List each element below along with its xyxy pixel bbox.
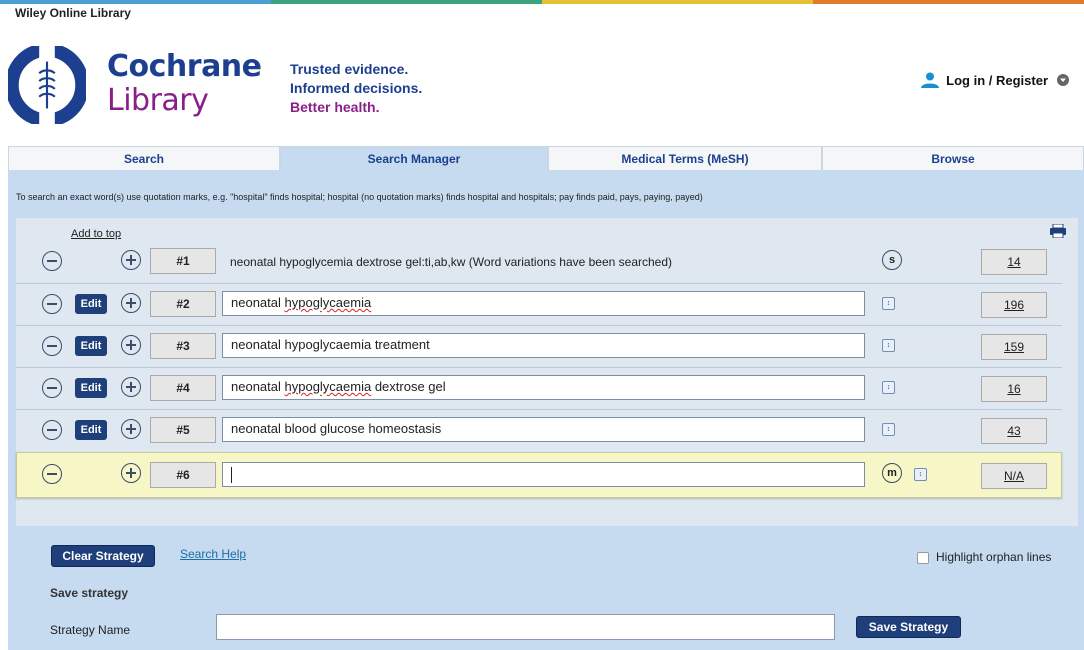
line-number: #2 — [150, 291, 216, 317]
search-line-1: #1 neonatal hypoglycemia dextrose gel:ti… — [16, 242, 1062, 284]
search-query-input-active[interactable] — [222, 462, 865, 487]
search-manager-panel: To search an exact word(s) use quotation… — [8, 170, 1084, 650]
add-line-icon[interactable] — [121, 463, 141, 483]
login-register[interactable]: Log in / Register — [920, 72, 1070, 88]
limits-icon[interactable]: ↕ — [882, 381, 895, 394]
query-word: dextrose gel — [371, 379, 446, 394]
limits-icon[interactable]: ↕ — [882, 339, 895, 352]
brand-name[interactable]: Cochrane Library — [107, 50, 262, 118]
main-tabs: Search Search Manager Medical Terms (MeS… — [8, 146, 1084, 170]
edit-button[interactable]: Edit — [75, 378, 107, 398]
query-word: neonatal — [231, 295, 285, 310]
highlight-orphan-label: Highlight orphan lines — [936, 550, 1052, 564]
top-color-bar — [0, 0, 1084, 4]
edit-button[interactable]: Edit — [75, 420, 107, 440]
result-count-link[interactable]: N/A — [981, 463, 1047, 489]
remove-line-icon[interactable] — [42, 336, 62, 356]
add-line-icon[interactable] — [121, 293, 141, 313]
clear-strategy-button[interactable]: Clear Strategy — [51, 545, 155, 567]
limits-icon[interactable]: ↕ — [882, 423, 895, 436]
search-line-2: Edit #2 neonatal hypoglycaemia ↕ 196 — [16, 284, 1062, 326]
query-word-misspelled: hypoglycaemia — [284, 295, 372, 310]
top-color-bar-blue — [0, 0, 271, 4]
result-count-link[interactable]: 43 — [981, 418, 1047, 444]
save-strategy-heading: Save strategy — [50, 586, 129, 600]
brand-library: Library — [107, 83, 209, 118]
top-color-bar-green — [271, 0, 542, 4]
tab-medical-terms[interactable]: Medical Terms (MeSH) — [548, 146, 822, 170]
remove-line-icon[interactable] — [42, 420, 62, 440]
result-count-link[interactable]: 159 — [981, 334, 1047, 360]
search-query-input[interactable]: neonatal hypoglycaemia treatment — [222, 333, 865, 358]
remove-line-icon[interactable] — [42, 294, 62, 314]
result-count-link[interactable]: 14 — [981, 249, 1047, 275]
tagline-line-1: Trusted evidence. — [290, 61, 409, 77]
tagline: Trusted evidence. Informed decisions. Be… — [290, 60, 422, 117]
search-line-4: Edit #4 neonatal hypoglycaemia dextrose … — [16, 368, 1062, 410]
tab-browse[interactable]: Browse — [822, 146, 1084, 170]
top-color-bar-orange — [813, 0, 1084, 4]
search-m-badge[interactable]: m — [882, 463, 902, 483]
line-number: #4 — [150, 375, 216, 401]
search-line-3: Edit #3 neonatal hypoglycaemia treatment… — [16, 326, 1062, 368]
add-line-icon[interactable] — [121, 250, 141, 270]
result-count-link[interactable]: 196 — [981, 292, 1047, 318]
line-number: #1 — [150, 248, 216, 274]
query-word: neonatal — [231, 379, 285, 394]
tagline-line-3: Better health. — [290, 99, 380, 115]
edit-button[interactable]: Edit — [75, 294, 107, 314]
add-line-icon[interactable] — [121, 335, 141, 355]
search-query-text: neonatal hypoglycemia dextrose gel:ti,ab… — [230, 255, 673, 269]
line-number: #6 — [150, 462, 216, 488]
strategy-name-input[interactable] — [216, 614, 835, 640]
line-number: #5 — [150, 417, 216, 443]
add-line-icon[interactable] — [121, 377, 141, 397]
search-help-link[interactable]: Search Help — [180, 547, 246, 561]
strategy-name-label: Strategy Name — [50, 623, 131, 637]
line-number: #3 — [150, 333, 216, 359]
edit-button[interactable]: Edit — [75, 336, 107, 356]
search-query-input[interactable]: neonatal hypoglycaemia dextrose gel — [222, 375, 865, 400]
search-strategy-box: Add to top #1 neonatal hypoglycemia dext… — [16, 218, 1078, 526]
save-strategy-button[interactable]: Save Strategy — [856, 616, 961, 638]
tab-search[interactable]: Search — [8, 146, 280, 170]
add-to-top-link[interactable]: Add to top — [71, 228, 121, 240]
search-line-6: #6 m ↕ N/A — [16, 452, 1062, 498]
remove-line-icon[interactable] — [42, 464, 62, 484]
top-color-bar-yellow — [542, 0, 813, 4]
limits-icon[interactable]: ↕ — [914, 468, 927, 481]
tab-search-manager[interactable]: Search Manager — [280, 146, 548, 170]
add-line-icon[interactable] — [121, 419, 141, 439]
tagline-line-2: Informed decisions. — [290, 80, 423, 96]
wiley-online-library-link[interactable]: Wiley Online Library — [15, 6, 131, 20]
query-word-misspelled: hypoglycaemia — [284, 379, 372, 394]
search-query-input[interactable]: neonatal blood glucose homeostasis — [222, 417, 865, 442]
brand-cochrane: Cochrane — [107, 49, 262, 84]
remove-line-icon[interactable] — [42, 251, 62, 271]
chevron-down-icon[interactable] — [1056, 73, 1070, 87]
login-register-label: Log in / Register — [946, 72, 1048, 88]
limits-icon[interactable]: ↕ — [882, 297, 895, 310]
search-line-5: Edit #5 neonatal blood glucose homeostas… — [16, 410, 1062, 452]
search-hint: To search an exact word(s) use quotation… — [16, 192, 703, 202]
search-s-badge[interactable]: s — [882, 250, 902, 270]
print-icon[interactable] — [1050, 224, 1066, 238]
highlight-orphan-checkbox[interactable] — [917, 552, 929, 564]
search-query-input[interactable]: neonatal hypoglycaemia — [222, 291, 865, 316]
cochrane-logo-icon[interactable] — [8, 46, 86, 124]
text-caret — [231, 466, 232, 483]
remove-line-icon[interactable] — [42, 378, 62, 398]
user-icon — [921, 72, 940, 88]
result-count-link[interactable]: 16 — [981, 376, 1047, 402]
